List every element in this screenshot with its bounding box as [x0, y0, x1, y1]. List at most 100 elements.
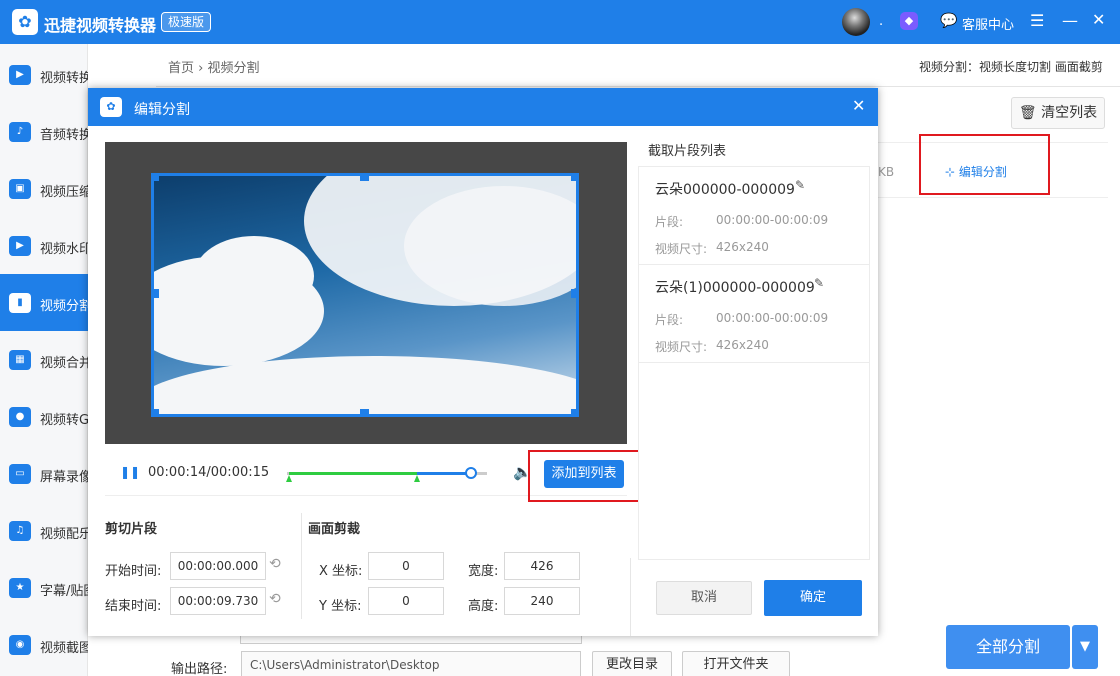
sidebar-item-video-music[interactable]: ♫ 视频配乐 [0, 502, 88, 559]
dialog-title: 编辑分割 [134, 102, 190, 118]
minimize-icon[interactable]: — [1062, 11, 1078, 30]
crop-handle[interactable] [360, 409, 369, 414]
height-input[interactable]: 240 [504, 587, 580, 615]
sidebar-item-video-watermark[interactable]: ▶ 视频水印 [0, 217, 88, 274]
vip-icon[interactable]: ◆ [900, 12, 918, 30]
x-coord-label: X 坐标: [319, 564, 363, 579]
music-icon: ♫ [9, 521, 31, 541]
sidebar-item-screen-record[interactable]: ▭ 屏幕录像 [0, 445, 88, 502]
highlight-box [919, 134, 1050, 195]
playhead-knob[interactable] [465, 467, 477, 479]
open-folder-button[interactable]: 打开文件夹 [682, 651, 790, 676]
crop-section-title: 画面剪裁 [308, 522, 361, 537]
sidebar-item-label: 视频分割 [40, 299, 88, 314]
app-title: 迅捷视频转换器 [44, 16, 157, 35]
sidebar-item-label: 屏幕录像 [40, 470, 88, 485]
sidebar-item-video-compress[interactable]: ▣ 视频压缩 [0, 160, 88, 217]
sidebar-item-label: 视频压缩 [40, 185, 88, 200]
crop-frame[interactable] [151, 173, 579, 417]
clip-size-value: 426x240 [716, 240, 769, 254]
list-item[interactable]: 云朵000000-000009 ✎ 片段: 00:00:00-00:00:09 … [639, 167, 869, 265]
start-time-label: 开始时间: [105, 564, 162, 579]
crop-handle[interactable] [154, 176, 159, 181]
segment-start-handle[interactable] [286, 475, 292, 482]
width-label: 宽度: [468, 564, 499, 579]
dialog-close-icon[interactable]: ✕ [852, 96, 865, 115]
playback-time: 00:00:14/00:00:15 [148, 465, 270, 480]
clip-list: 云朵000000-000009 ✎ 片段: 00:00:00-00:00:09 … [638, 166, 870, 560]
split-all-button[interactable]: 全部分割 [946, 625, 1070, 669]
sidebar: ▶ 视频转换 ♪ 音频转换 ▣ 视频压缩 ▶ 视频水印 ▮ 视频分割 ▦ 视频合并 ● 视频转… [0, 44, 88, 676]
breadcrumb[interactable]: 首页 › 视频分割 [168, 57, 259, 76]
clip-size-value: 426x240 [716, 338, 769, 352]
sidebar-item-label: 视频配乐 [40, 527, 88, 542]
sidebar-item-video-screenshot[interactable]: ◉ 视频截图 [0, 616, 88, 673]
video-preview [105, 142, 627, 444]
start-time-input[interactable]: 00:00:00.000 [170, 552, 266, 580]
clip-size-label: 视频尺寸: [655, 242, 708, 256]
selected-segment [289, 472, 417, 475]
user-avatar[interactable] [842, 8, 870, 36]
output-path-field[interactable]: C:\Users\Administrator\Desktop [241, 651, 581, 676]
customer-service-link[interactable]: 客服中心 [962, 14, 1014, 33]
end-time-label: 结束时间: [105, 599, 162, 614]
sidebar-item-audio-convert[interactable]: ♪ 音频转换 [0, 103, 88, 160]
crop-handle[interactable] [154, 409, 159, 414]
crop-handle[interactable] [571, 176, 576, 181]
sidebar-item-subtitle-sticker[interactable]: ★ 字幕/贴图 [0, 559, 88, 616]
chat-icon[interactable]: 💬 [940, 13, 957, 29]
video-split-icon: ▮ [9, 293, 31, 313]
user-name: . [879, 14, 884, 29]
crop-handle[interactable] [154, 289, 159, 298]
clip-segment-label: 片段: [655, 215, 684, 229]
watermark-icon: ▶ [9, 236, 31, 256]
divider [301, 513, 302, 619]
screenshot-icon: ◉ [9, 635, 31, 655]
screen-record-icon: ▭ [9, 464, 31, 484]
clock-icon[interactable]: ⟲ [269, 556, 281, 572]
rename-pencil-icon[interactable]: ✎ [795, 178, 805, 192]
height-label: 高度: [468, 599, 499, 614]
clear-list-label: 清空列表 [1041, 105, 1098, 121]
x-coord-input[interactable]: 0 [368, 552, 444, 580]
cancel-button[interactable]: 取消 [656, 581, 752, 615]
sidebar-item-label: 视频转GIF [40, 413, 88, 428]
crop-handle[interactable] [360, 176, 369, 181]
file-size-text: KB [878, 165, 895, 179]
crop-handle[interactable] [571, 409, 576, 414]
sidebar-item-label: 视频合并 [40, 356, 88, 371]
rename-pencil-icon[interactable]: ✎ [814, 276, 824, 290]
sidebar-item-label: 字幕/贴图 [40, 584, 88, 599]
clip-segment-label: 片段: [655, 313, 684, 327]
sidebar-item-video-split[interactable]: ▮ 视频分割 [0, 274, 88, 331]
clip-list-title: 截取片段列表 [648, 144, 727, 159]
sidebar-item-video-to-gif[interactable]: ● 视频转GIF [0, 388, 88, 445]
divider [630, 558, 631, 636]
segment-end-handle[interactable] [414, 475, 420, 482]
edit-split-dialog: ✿ 编辑分割 ✕ ❚❚ 00:00:14/00:00:15 🔈 添加到列表 剪切… [88, 88, 878, 636]
video-merge-icon: ▦ [9, 350, 31, 370]
sidebar-item-video-merge[interactable]: ▦ 视频合并 [0, 331, 88, 388]
sidebar-item-label: 视频转换 [40, 71, 88, 86]
clip-size-label: 视频尺寸: [655, 340, 708, 354]
sidebar-item-video-convert[interactable]: ▶ 视频转换 [0, 46, 88, 103]
clip-segment-value: 00:00:00-00:00:09 [716, 213, 829, 227]
clear-list-button[interactable]: 🗑 清空列表 [1011, 97, 1105, 129]
split-all-dropdown-icon[interactable]: ▼ [1072, 625, 1098, 669]
end-time-input[interactable]: 00:00:09.730 [170, 587, 266, 615]
width-input[interactable]: 426 [504, 552, 580, 580]
segment-section-title: 剪切片段 [105, 522, 158, 537]
clip-segment-value: 00:00:00-00:00:09 [716, 311, 829, 325]
close-icon[interactable]: ✕ [1092, 10, 1105, 29]
title-bar: ✿ 迅捷视频转换器 极速版 . ◆ 💬 客服中心 ☰ — ✕ [0, 0, 1120, 44]
video-convert-icon: ▶ [9, 65, 31, 85]
pause-icon[interactable]: ❚❚ [120, 465, 140, 479]
menu-icon[interactable]: ☰ [1030, 11, 1044, 30]
y-coord-input[interactable]: 0 [368, 587, 444, 615]
sidebar-item-label: 视频水印 [40, 242, 88, 257]
list-item[interactable]: 云朵(1)000000-000009 ✎ 片段: 00:00:00-00:00:… [639, 265, 869, 363]
change-directory-button[interactable]: 更改目录 [592, 651, 672, 676]
confirm-button[interactable]: 确定 [764, 580, 862, 616]
crop-handle[interactable] [571, 289, 576, 298]
clock-icon[interactable]: ⟲ [269, 591, 281, 607]
